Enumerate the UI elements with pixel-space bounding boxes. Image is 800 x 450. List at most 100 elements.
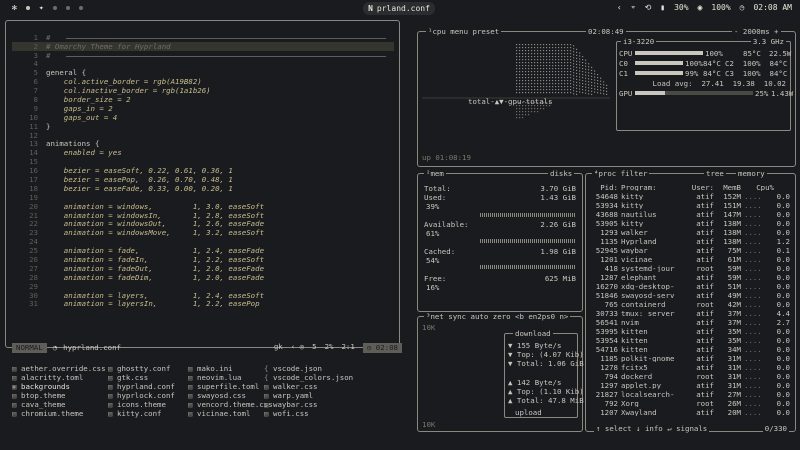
update-interval[interactable]: - 2000ms + <box>732 28 781 35</box>
file-entry[interactable]: ▤ icons.theme <box>108 400 175 409</box>
file-entry[interactable]: {vscode_colors.json <box>264 373 353 382</box>
editor-line[interactable]: 27 animation = fadeOut, 1, 2.0, easeFade <box>12 264 394 273</box>
tree-toggle[interactable]: tree <box>704 170 726 177</box>
sort-memory[interactable]: memory <box>736 170 767 177</box>
editor-line[interactable]: 18 bezier = easeFade, 0.33, 0.00, 0.20, … <box>12 184 394 193</box>
editor-line[interactable]: 6 col.active_border = rgb(A19B82) <box>12 77 394 86</box>
proc-row[interactable]: 53995kitten atif 35M..... 0.0 <box>590 327 793 336</box>
editor-line[interactable]: 8 border_size = 2 <box>12 95 394 104</box>
proc-row[interactable]: 1201vicinae atif 61M..... 0.0 <box>590 255 793 264</box>
proc-row[interactable]: 53905kitty atif 138M..... 0.0 <box>590 219 793 228</box>
file-entry[interactable]: ▤ vencord.theme.css <box>188 400 273 409</box>
file-entry[interactable]: ▤ neovim.lua <box>188 373 273 382</box>
proc-row[interactable]: 54648kitty atif 152M..... 0.0 <box>590 192 793 201</box>
file-entry[interactable]: {vscode.json <box>264 364 353 373</box>
proc-column-header[interactable]: Cpu% <box>744 184 777 191</box>
proc-row[interactable]: 30733tmux: server atif 37M..... 4.4 <box>590 309 793 318</box>
proc-row[interactable]: 52945waybar atif 75M..... 0.1 <box>590 246 793 255</box>
file-entry[interactable]: ▤ walker.css <box>264 382 353 391</box>
editor-line[interactable]: 30 animation = layers, 1, 2.4, easeSoft <box>12 291 394 300</box>
proc-row[interactable]: 1135Hyprland atif 138M..... 1.2 <box>590 237 793 246</box>
battery-icon[interactable]: ▮ <box>660 4 665 12</box>
editor-line[interactable]: 21 animation = windowsIn, 1, 2.8, easeSo… <box>12 211 394 220</box>
editor-line[interactable]: 17 bezier = easePop, 0.26, 0.70, 0.48, 1 <box>12 175 394 184</box>
file-entry[interactable]: ▤ gtk.css <box>108 373 175 382</box>
proc-column-header[interactable]: Program: <box>621 184 684 191</box>
file-entry[interactable]: ▣ backgrounds <box>12 382 106 391</box>
editor-line[interactable]: 24 <box>12 237 394 246</box>
file-entry[interactable]: ▤ waybar.css <box>264 400 353 409</box>
wifi-icon[interactable]: ⌔ <box>631 4 636 12</box>
file-entry[interactable]: ▤ warp.yaml <box>264 391 353 400</box>
file-entry[interactable]: ▤ hyprland.conf <box>108 382 175 391</box>
proc-row[interactable]: 1287elephant atif 59M..... 0.0 <box>590 273 793 282</box>
proc-column-header[interactable]: MemB <box>717 184 744 191</box>
sync-icon[interactable]: ⟲ <box>645 4 652 12</box>
proc-row[interactable]: 1293walker atif 138M..... 0.0 <box>590 228 793 237</box>
volume-icon[interactable]: ◉ <box>698 4 703 12</box>
editor-line[interactable]: 31 animation = layersIn, 1, 2.2, easePop <box>12 300 394 309</box>
proc-row[interactable]: 51846swayosd-serv atif 49M..... 0.0 <box>590 291 793 300</box>
proc-row[interactable]: 43688nautilus atif 147M..... 0.0 <box>590 210 793 219</box>
editor-line[interactable]: 26 animation = fadeIn, 1, 2.2, easeSoft <box>12 255 394 264</box>
editor-line[interactable]: 15 <box>12 157 394 166</box>
proc-header[interactable]: ⁴proc filter <box>592 170 650 177</box>
proc-list[interactable]: 54648kittyatif152M.....0.053934kittyatif… <box>590 192 793 417</box>
editor-line[interactable]: 14 enabled = yes <box>12 149 394 158</box>
gear-icon[interactable]: ✻ <box>12 4 17 12</box>
proc-row[interactable]: 1297applet.py atif 31M..... 0.0 <box>590 381 793 390</box>
editor-buffer[interactable]: 1 #2 # Omarchy Theme for Hyprland 3 #4 5 gener… <box>12 33 394 309</box>
editor-line[interactable]: 9 gaps_in = 2 <box>12 104 394 113</box>
file-entry[interactable]: ▤ kitty.conf <box>108 409 175 418</box>
editor-line[interactable]: 16 bezier = easeSoft, 0.22, 0.61, 0.36, … <box>12 166 394 175</box>
editor-line[interactable]: 28 animation = fadeDim, 1, 2.0, easeFade <box>12 273 394 282</box>
editor-line[interactable]: 2 # Omarchy Theme for Hyprland <box>12 41 394 51</box>
file-entry[interactable]: ▤ mako.ini <box>188 364 273 373</box>
active-window-pill[interactable]: N prland.conf <box>363 2 435 15</box>
file-entry[interactable]: ▤ chromium.theme <box>12 409 106 418</box>
editor-line[interactable]: 23 animation = windowsMove, 1, 3.2, ease… <box>12 229 394 238</box>
proc-row[interactable]: 16270xdg-desktop-atif 51M..... 0.0 <box>590 282 793 291</box>
editor-line[interactable]: 4 <box>12 60 394 69</box>
file-entry[interactable]: ▤ swayosd.css <box>188 391 273 400</box>
cpu-tabs[interactable]: ¹cpu menu preset <box>426 28 502 35</box>
clock[interactable]: 02:08 AM <box>753 4 792 12</box>
workspace-dot-1[interactable] <box>25 6 30 10</box>
file-entry[interactable]: ▤ ghostty.conf <box>108 364 175 373</box>
file-entry[interactable]: ▤ btop.theme <box>12 391 106 400</box>
proc-row[interactable]: 56541nvim atif 37M..... 2.7 <box>590 318 793 327</box>
proc-row[interactable]: 418systemd-jour root 59M..... 0.0 <box>590 264 793 273</box>
workspace-dot-3[interactable] <box>52 6 57 10</box>
file-entry[interactable]: ▤ wofi.css <box>264 409 353 418</box>
editor-line[interactable]: 7 col.inactive_border = rgb(1a1b26) <box>12 86 394 95</box>
proc-row[interactable]: 53954kitten atif 35M..... 0.0 <box>590 336 793 345</box>
file-entry[interactable]: ▤ cava_theme <box>12 400 106 409</box>
file-entry[interactable]: ▤ alacritty.toml <box>12 373 106 382</box>
editor-line[interactable]: 13 animations { <box>12 140 394 149</box>
editor-line[interactable]: 29 <box>12 282 394 291</box>
workspace-dot-5[interactable] <box>78 6 83 10</box>
editor-line[interactable]: 11} <box>12 122 394 131</box>
proc-row[interactable]: 765containerd root 42M..... 0.0 <box>590 300 793 309</box>
editor-line[interactable]: 20 animation = windows, 1, 3.0, easeSoft <box>12 202 394 211</box>
workspace-dot-4[interactable] <box>65 6 70 10</box>
proc-row[interactable]: 1185polkit-gnome atif 31M..... 0.0 <box>590 354 793 363</box>
editor-line[interactable]: 19 <box>12 193 394 202</box>
file-entry[interactable]: ▤ aether.override.css <box>12 364 106 373</box>
disks-header[interactable]: disks <box>548 170 575 177</box>
proc-row[interactable]: 1207Xwayland atif 20M..... 0.0 <box>590 408 793 417</box>
proc-row[interactable]: 21827localsearch-atif 27M..... 0.0 <box>590 390 793 399</box>
file-entry[interactable]: ▤ vicinae.toml <box>188 409 273 418</box>
workspace-active-icon[interactable]: ✦ <box>39 4 44 12</box>
proc-column-header[interactable]: Pid: <box>590 184 621 191</box>
mem-header[interactable]: ²mem <box>424 170 446 177</box>
proc-row[interactable]: 794dockerd root 31M..... 0.0 <box>590 372 793 381</box>
editor-line[interactable]: 12 <box>12 131 394 140</box>
editor-line[interactable]: 25 animation = fade, 1, 2.4, easeFade <box>12 246 394 255</box>
proc-row[interactable]: 792Xorg root 26M..... 0.0 <box>590 399 793 408</box>
net-header[interactable]: ³net sync auto zero <b en2ps0 n> <box>424 313 571 320</box>
editor-line[interactable]: 22 animation = windowsOut, 1, 2.6, easeF… <box>12 220 394 229</box>
editor-window[interactable]: 1 #2 # Omarchy Theme for Hyprland 3 #4 5 gener… <box>5 20 402 353</box>
proc-row[interactable]: 53934kitty atif 151M..... 0.0 <box>590 201 793 210</box>
editor-line[interactable]: 5 general { <box>12 69 394 78</box>
